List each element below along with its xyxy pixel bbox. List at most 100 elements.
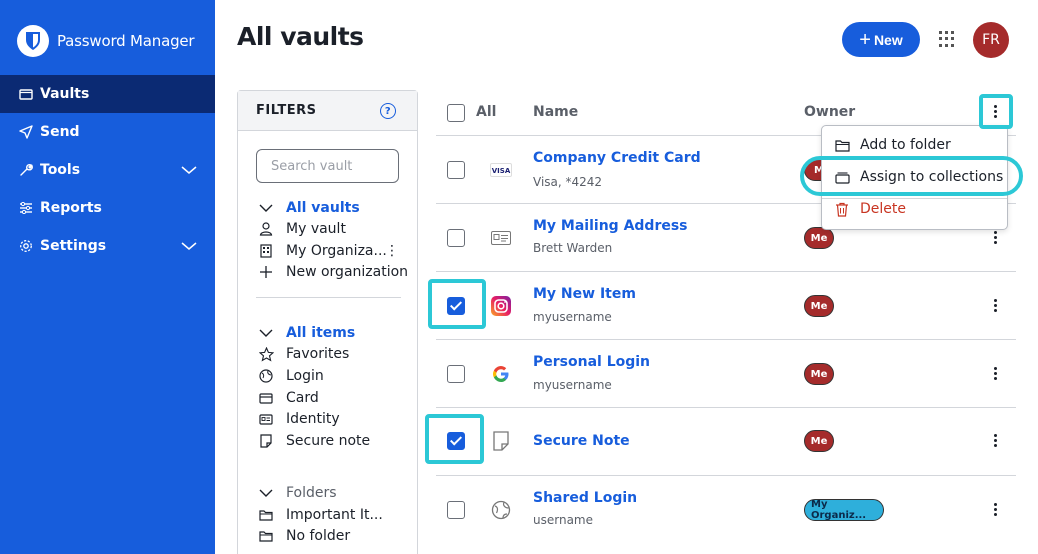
filter-label: Favorites bbox=[286, 346, 350, 362]
new-button[interactable]: + New bbox=[842, 22, 920, 57]
filters-title: FILTERS bbox=[256, 103, 317, 118]
folder-icon bbox=[258, 528, 274, 544]
new-button-label: New bbox=[873, 31, 903, 48]
google-icon bbox=[490, 363, 512, 385]
vault-icon bbox=[18, 86, 34, 102]
filter-identity[interactable]: Identity bbox=[258, 409, 340, 429]
brand[interactable]: Password Manager bbox=[17, 25, 195, 57]
sidebar-item-label: Settings bbox=[40, 238, 107, 254]
item-subtitle: Brett Warden bbox=[533, 241, 613, 255]
highlight-checkbox-secure-note bbox=[425, 414, 484, 464]
globe-icon bbox=[258, 368, 274, 384]
note-icon bbox=[258, 433, 274, 449]
item-name-link[interactable]: Shared Login bbox=[533, 490, 637, 506]
filter-heading: All vaults bbox=[286, 200, 360, 216]
chevron-down-icon[interactable] bbox=[181, 239, 197, 255]
sidebar-item-send[interactable]: Send bbox=[0, 113, 215, 151]
highlight-assign-to-collections bbox=[800, 156, 1023, 196]
help-icon[interactable]: ? bbox=[380, 103, 396, 119]
filter-my-organization[interactable]: My Organiza... bbox=[258, 241, 387, 261]
filter-secure-note[interactable]: Secure note bbox=[258, 431, 370, 451]
sidebar-item-reports[interactable]: Reports bbox=[0, 189, 215, 227]
filter-login[interactable]: Login bbox=[258, 366, 324, 386]
menu-item-label: Add to folder bbox=[860, 137, 951, 153]
filter-heading: Folders bbox=[286, 485, 337, 501]
sidebar-item-label: Tools bbox=[40, 162, 81, 178]
owner-badge: My Organiz... bbox=[804, 499, 884, 521]
visa-card-icon: VISA bbox=[490, 159, 512, 181]
row-options-icon[interactable] bbox=[992, 503, 998, 516]
identity-card-icon bbox=[258, 411, 274, 427]
menu-item-add-to-folder[interactable]: Add to folder bbox=[834, 134, 951, 156]
filter-label: My vault bbox=[286, 221, 346, 237]
filter-all-items[interactable]: All items bbox=[258, 323, 355, 343]
plus-icon: + bbox=[859, 28, 871, 51]
plus-icon bbox=[258, 264, 274, 280]
search-input[interactable] bbox=[271, 158, 371, 174]
column-header-owner[interactable]: Owner bbox=[804, 104, 855, 120]
organization-options-icon[interactable]: ⋮ bbox=[385, 243, 399, 259]
column-header-all: All bbox=[476, 104, 497, 120]
chevron-down-icon[interactable] bbox=[258, 485, 274, 501]
sidebar: Password Manager Vaults Send Tools Repor… bbox=[0, 0, 215, 554]
row-divider bbox=[436, 339, 1016, 340]
row-options-icon[interactable] bbox=[992, 299, 998, 312]
sidebar-item-settings[interactable]: Settings bbox=[0, 227, 215, 265]
chevron-down-icon[interactable] bbox=[181, 163, 197, 179]
row-options-icon[interactable] bbox=[992, 367, 998, 380]
highlight-checkbox-my-new-item bbox=[428, 279, 486, 329]
sidebar-item-vaults[interactable]: Vaults bbox=[0, 75, 215, 113]
row-divider bbox=[436, 475, 1016, 476]
filter-card[interactable]: Card bbox=[258, 388, 319, 408]
sidebar-nav: Vaults Send Tools Reports Settings bbox=[0, 75, 215, 265]
menu-item-delete[interactable]: Delete bbox=[834, 198, 906, 220]
svg-text:VISA: VISA bbox=[492, 167, 511, 175]
credit-card-icon bbox=[258, 390, 274, 406]
row-checkbox[interactable] bbox=[447, 365, 465, 383]
filter-folders[interactable]: Folders bbox=[258, 483, 337, 503]
filter-new-organization[interactable]: New organization bbox=[258, 262, 408, 282]
item-name-link[interactable]: Personal Login bbox=[533, 354, 650, 370]
sidebar-item-label: Send bbox=[40, 124, 80, 140]
row-checkbox[interactable] bbox=[447, 161, 465, 179]
item-name-link[interactable]: My Mailing Address bbox=[533, 218, 688, 234]
item-name-link[interactable]: Company Credit Card bbox=[533, 150, 701, 166]
avatar[interactable]: FR bbox=[973, 22, 1009, 58]
reports-icon bbox=[18, 200, 34, 216]
item-name-link[interactable]: Secure Note bbox=[533, 433, 630, 449]
filter-label: My Organiza... bbox=[286, 243, 387, 259]
app-switcher-icon[interactable] bbox=[939, 31, 955, 47]
filter-no-folder[interactable]: No folder bbox=[258, 526, 350, 546]
user-icon bbox=[258, 221, 274, 237]
brand-name: Password Manager bbox=[57, 32, 195, 50]
row-options-icon[interactable] bbox=[992, 231, 998, 244]
chevron-down-icon[interactable] bbox=[258, 325, 274, 341]
filter-my-vault[interactable]: My vault bbox=[258, 219, 346, 239]
filter-heading: All items bbox=[286, 325, 356, 341]
filter-label: Card bbox=[286, 390, 319, 406]
sidebar-item-tools[interactable]: Tools bbox=[0, 151, 215, 189]
owner-badge: Me bbox=[804, 363, 834, 385]
owner-badge: Me bbox=[804, 430, 834, 452]
sidebar-item-label: Vaults bbox=[40, 86, 90, 102]
item-subtitle: myusername bbox=[533, 310, 612, 324]
trash-icon bbox=[834, 201, 850, 217]
filter-all-vaults[interactable]: All vaults bbox=[258, 198, 360, 218]
select-all-checkbox[interactable] bbox=[447, 104, 465, 122]
column-header-name[interactable]: Name bbox=[533, 104, 578, 120]
row-checkbox[interactable] bbox=[447, 229, 465, 247]
item-subtitle: myusername bbox=[533, 378, 612, 392]
row-options-icon[interactable] bbox=[992, 434, 998, 447]
filter-favorites[interactable]: Favorites bbox=[258, 344, 349, 364]
row-divider bbox=[436, 407, 1016, 408]
folder-icon bbox=[834, 137, 850, 153]
item-name-link[interactable]: My New Item bbox=[533, 286, 636, 302]
page-title: All vaults bbox=[237, 22, 364, 51]
instagram-icon bbox=[490, 295, 512, 317]
filters-header: FILTERS ? bbox=[238, 91, 417, 131]
filter-label: No folder bbox=[286, 528, 351, 544]
chevron-down-icon[interactable] bbox=[258, 200, 274, 216]
filter-folder-important[interactable]: Important It... bbox=[258, 505, 383, 525]
filter-label: Identity bbox=[286, 411, 340, 427]
row-checkbox[interactable] bbox=[447, 501, 465, 519]
